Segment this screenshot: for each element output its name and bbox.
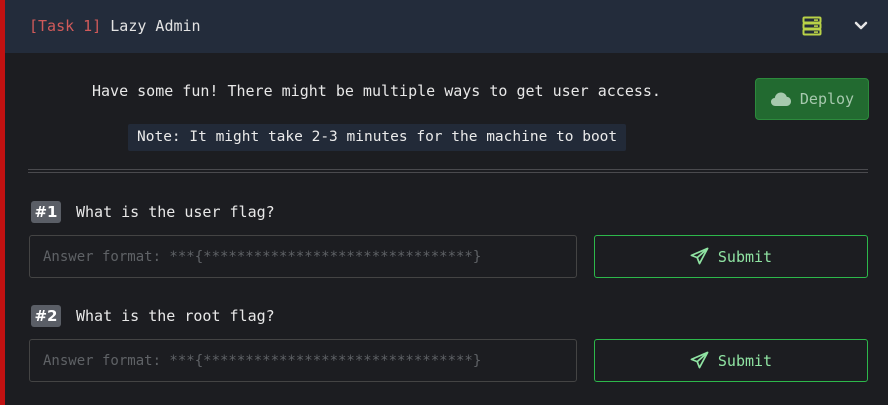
submit-label: Submit (717, 351, 773, 370)
boot-note: Note: It might take 2-3 minutes for the … (128, 124, 627, 151)
task-name: Lazy Admin (110, 17, 201, 35)
answer-input-2[interactable] (29, 339, 577, 382)
chevron-down-icon[interactable] (853, 18, 869, 34)
task-accent-bar (0, 0, 5, 405)
submit-button-2[interactable]: Submit (594, 339, 868, 382)
submit-label: Submit (717, 247, 773, 266)
question-text: What is the root flag? (76, 307, 275, 325)
section-divider (28, 169, 868, 173)
task-card: [Task 1] Lazy Admin Have some fun! There… (0, 0, 888, 405)
task-header[interactable]: [Task 1] Lazy Admin (5, 0, 888, 53)
question-number-badge: #2 (31, 305, 61, 327)
deploy-button[interactable]: Deploy (755, 78, 869, 120)
deploy-label: Deploy (799, 90, 855, 108)
answer-input-1[interactable] (29, 235, 577, 278)
task-description: Have some fun! There might be multiple w… (92, 82, 661, 100)
question-number-badge: #1 (31, 201, 61, 223)
cloud-icon (770, 92, 791, 106)
send-icon (690, 247, 709, 265)
send-icon (690, 351, 709, 369)
task-title: [Task 1] Lazy Admin (29, 17, 201, 35)
server-icon[interactable] (802, 16, 822, 36)
task-number-tag: [Task 1] (29, 17, 102, 35)
question-text: What is the user flag? (76, 203, 275, 221)
submit-button-1[interactable]: Submit (594, 235, 868, 278)
